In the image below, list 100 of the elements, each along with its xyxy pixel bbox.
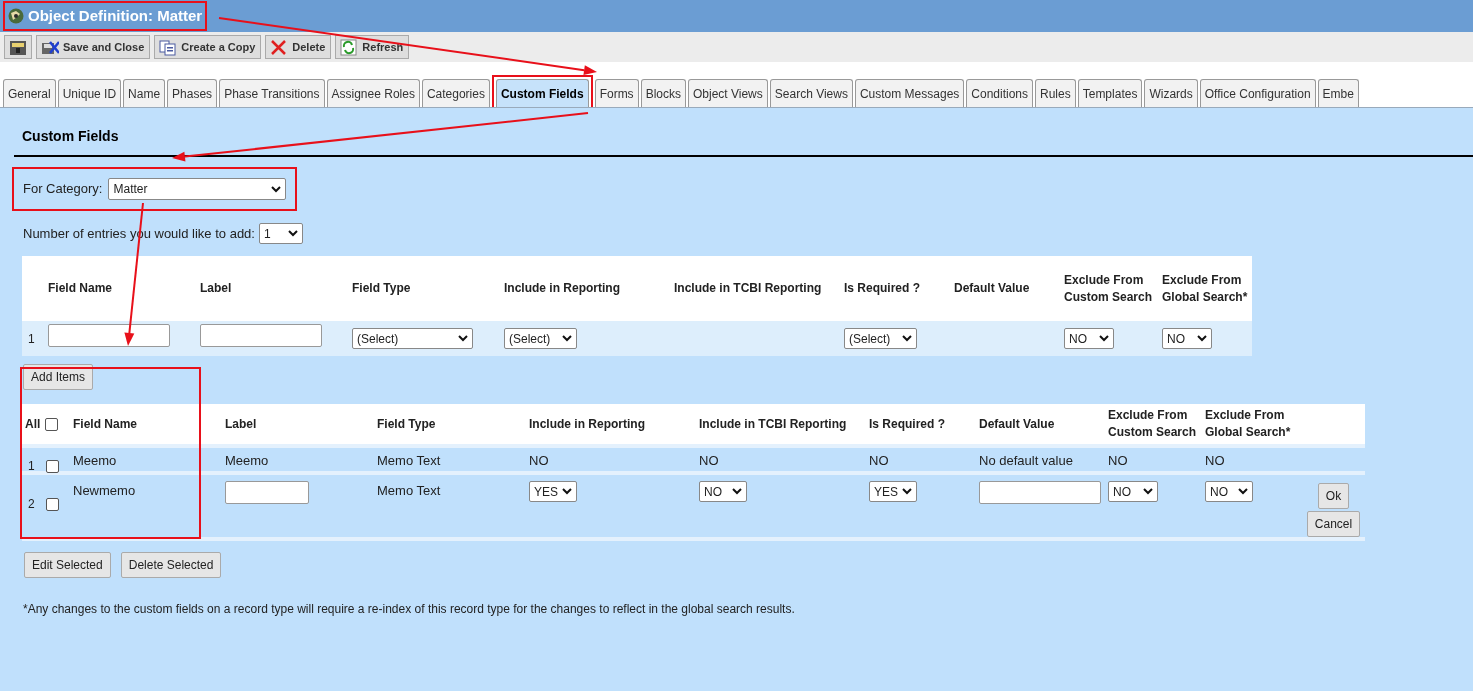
column-header: Field Name [47,280,114,297]
dropdown[interactable]: 1 [258,223,303,244]
dropdown[interactable]: (Select) [504,328,577,349]
column-header: Field Type [376,415,437,433]
column-header: Label [224,415,258,433]
column-header: Field Name [72,415,139,433]
tab[interactable]: Search Views [769,79,853,107]
input-field[interactable] [225,481,309,504]
checkbox[interactable] [45,459,59,473]
toolbar-button[interactable]: Create a Copy [154,35,262,59]
chevron-down-icon [458,335,468,342]
dropdown[interactable]: Matter [108,178,287,200]
dropdown[interactable]: NO [1064,328,1114,349]
footnote: *Any changes to the custom fields on a record type will require a re-index of this record type for the changes to reflect in the global search results. [23,601,796,618]
column-header: Default Value [953,280,1031,297]
dropdown[interactable]: NO [1205,481,1253,502]
row-number: 1 [28,458,35,475]
tab[interactable]: Unique ID [57,79,122,107]
help-icon [9,38,27,56]
column-header: Is Required ? [868,415,946,433]
button[interactable]: Delete Selected [120,552,222,578]
toolbar-button[interactable]: Refresh [335,35,410,59]
dropdown[interactable]: YES [529,481,577,502]
toolbar-button[interactable]: Save and Close [36,35,151,59]
table-cell: Newmemo [73,483,136,498]
tab[interactable]: Conditions [966,79,1033,107]
tab[interactable]: Categories [421,79,490,107]
dropdown[interactable]: (Select) [352,328,473,349]
chevron-down-icon [902,335,912,342]
input-field[interactable] [200,324,322,348]
field-label: For Category: [23,180,103,199]
column-header: Include in TCBI Reporting [698,415,848,433]
chevron-down-icon [902,488,912,495]
copy-icon [159,38,178,56]
chevron-down-icon [562,335,572,342]
table-cell: NO [1108,453,1128,468]
tab[interactable]: General [3,79,56,107]
chevron-down-icon [287,230,298,237]
input-field[interactable] [48,324,170,348]
tab[interactable]: Phases [167,79,218,107]
column-header: Exclude From Custom Search [1107,407,1198,441]
column-header: Exclude From Global Search* [1161,271,1249,306]
tab[interactable]: Wizards [1144,79,1198,107]
toolbar-button[interactable] [4,35,32,59]
refresh-icon [340,38,359,56]
tab[interactable]: Forms [594,79,639,107]
select-all-label: All [25,416,41,433]
tab[interactable]: Object Views [687,79,768,107]
row-number: 1 [27,331,35,346]
table-cell: No default value [979,453,1073,468]
tab[interactable]: Custom Fields [495,79,589,107]
checkbox[interactable] [45,497,59,511]
tab[interactable]: Custom Messages [854,79,965,107]
column-header: Include in Reporting [528,415,646,433]
section-title: Custom Fields [22,127,119,146]
dropdown[interactable]: NO [1108,481,1158,502]
dropdown[interactable]: YES [869,481,917,502]
table-cell: Memo Text [377,483,441,498]
button[interactable]: Edit Selected [24,552,111,578]
tab[interactable]: Phase Transitions [219,79,325,107]
column-header: Include in TCBI Reporting [673,280,823,297]
tab[interactable]: Blocks [640,79,686,107]
table-cell: NO [529,453,549,468]
table-cell: Memo Text [377,453,441,468]
table-cell: Meemo [73,453,117,468]
column-header: Label [199,280,233,297]
chevron-down-icon [562,488,572,495]
button[interactable]: Add Items [23,364,94,390]
window-title: Object Definition: Matter [28,5,203,26]
dropdown[interactable]: (Select) [844,328,917,349]
dropdown[interactable]: NO [1162,328,1212,349]
table-cell: NO [869,453,889,468]
chevron-down-icon [271,185,282,193]
input-field[interactable] [979,481,1101,504]
table-cell: NO [1205,453,1225,468]
tab[interactable]: Rules [1035,79,1076,107]
checkbox[interactable] [45,417,59,431]
column-header: Default Value [978,415,1056,433]
button[interactable]: Cancel [1306,511,1361,537]
column-header: Include in Reporting [503,280,621,297]
chevron-down-icon [1099,335,1109,342]
dropdown[interactable]: NO [699,481,747,502]
tab[interactable]: Office Configuration [1199,79,1316,107]
tab[interactable]: Assignee Roles [326,79,420,107]
tab[interactable]: Embe [1317,79,1359,107]
column-header: Exclude From Custom Search [1063,271,1154,306]
column-header: Exclude From Global Search* [1204,407,1292,441]
close-icon [270,38,289,56]
chevron-down-icon [1143,488,1153,495]
globe-icon [8,8,24,24]
chevron-down-icon [1238,488,1248,495]
table-cell: Meemo [225,453,269,468]
tab[interactable]: Name [123,79,166,107]
column-header: Field Type [351,280,412,297]
button[interactable]: Ok [1317,483,1350,509]
chevron-down-icon [1197,335,1207,342]
tab[interactable]: Templates [1077,79,1143,107]
column-header: Is Required ? [843,280,921,297]
chevron-down-icon [732,488,742,495]
toolbar-button[interactable]: Delete [265,35,332,59]
